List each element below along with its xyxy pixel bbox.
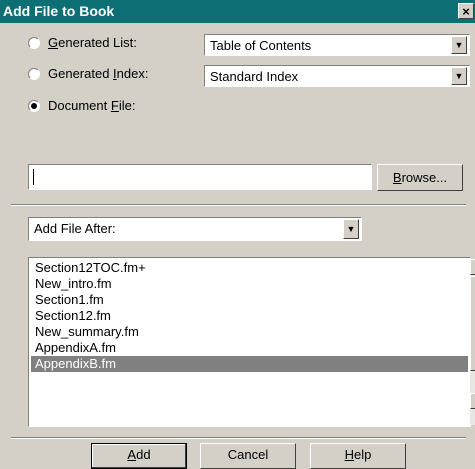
- add-file-position-dropdown-button[interactable]: ▼: [343, 219, 359, 239]
- add-button[interactable]: Add: [91, 443, 187, 469]
- close-button[interactable]: ×: [458, 3, 474, 19]
- chevron-down-icon: ▼: [454, 40, 464, 50]
- generated-list-select[interactable]: Table of Contents ▼: [204, 34, 470, 56]
- generated-index-label[interactable]: Generated Index:: [48, 66, 148, 81]
- list-item[interactable]: New_summary.fm: [31, 324, 468, 340]
- help-button[interactable]: Help: [310, 443, 406, 469]
- add-file-to-book-dialog: Add File to Book × Generated List: Table…: [0, 0, 475, 469]
- document-file-input[interactable]: [28, 164, 372, 190]
- chevron-down-icon: ▼: [454, 71, 464, 81]
- title-bar[interactable]: Add File to Book ×: [0, 0, 475, 23]
- scroll-thumb[interactable]: [470, 276, 475, 371]
- list-item[interactable]: New_intro.fm: [31, 276, 468, 292]
- generated-index-radio[interactable]: [28, 68, 40, 80]
- scroll-up-button[interactable]: ▲: [470, 259, 475, 275]
- close-icon: ×: [462, 4, 470, 19]
- document-file-radio[interactable]: [28, 100, 40, 112]
- list-item[interactable]: AppendixA.fm: [31, 340, 468, 356]
- generated-list-radio[interactable]: [28, 37, 40, 49]
- generated-list-dropdown-button[interactable]: ▼: [451, 36, 467, 54]
- chevron-down-icon: ▼: [346, 224, 356, 234]
- generated-list-label[interactable]: Generated List:: [48, 35, 137, 50]
- generated-list-select-value: Table of Contents: [210, 38, 312, 53]
- separator-top: [11, 204, 466, 206]
- text-caret: [33, 169, 34, 185]
- list-item-selected[interactable]: AppendixB.fm: [31, 356, 468, 372]
- add-file-position-select[interactable]: Add File After: ▼: [28, 217, 362, 241]
- generated-index-select-value: Standard Index: [210, 69, 299, 84]
- document-file-label[interactable]: Document File:: [48, 98, 135, 113]
- add-file-position-value: Add File After:: [34, 221, 116, 236]
- dialog-title: Add File to Book: [3, 3, 115, 19]
- generated-index-select[interactable]: Standard Index ▼: [204, 65, 470, 87]
- cancel-button[interactable]: Cancel: [200, 443, 296, 469]
- book-file-list[interactable]: Section12TOC.fm+ New_intro.fm Section1.f…: [28, 257, 475, 427]
- generated-index-dropdown-button[interactable]: ▼: [451, 67, 467, 85]
- separator-bottom: [11, 437, 466, 439]
- file-list-scrollbar[interactable]: ▲ ▼: [470, 259, 475, 425]
- list-item[interactable]: Section1.fm: [31, 292, 468, 308]
- list-item[interactable]: Section12.fm: [31, 308, 468, 324]
- browse-button[interactable]: Browse...: [377, 164, 463, 191]
- radio-selected-dot: [31, 103, 37, 109]
- list-item[interactable]: Section12TOC.fm+: [31, 260, 468, 276]
- scroll-down-button[interactable]: ▼: [470, 393, 475, 409]
